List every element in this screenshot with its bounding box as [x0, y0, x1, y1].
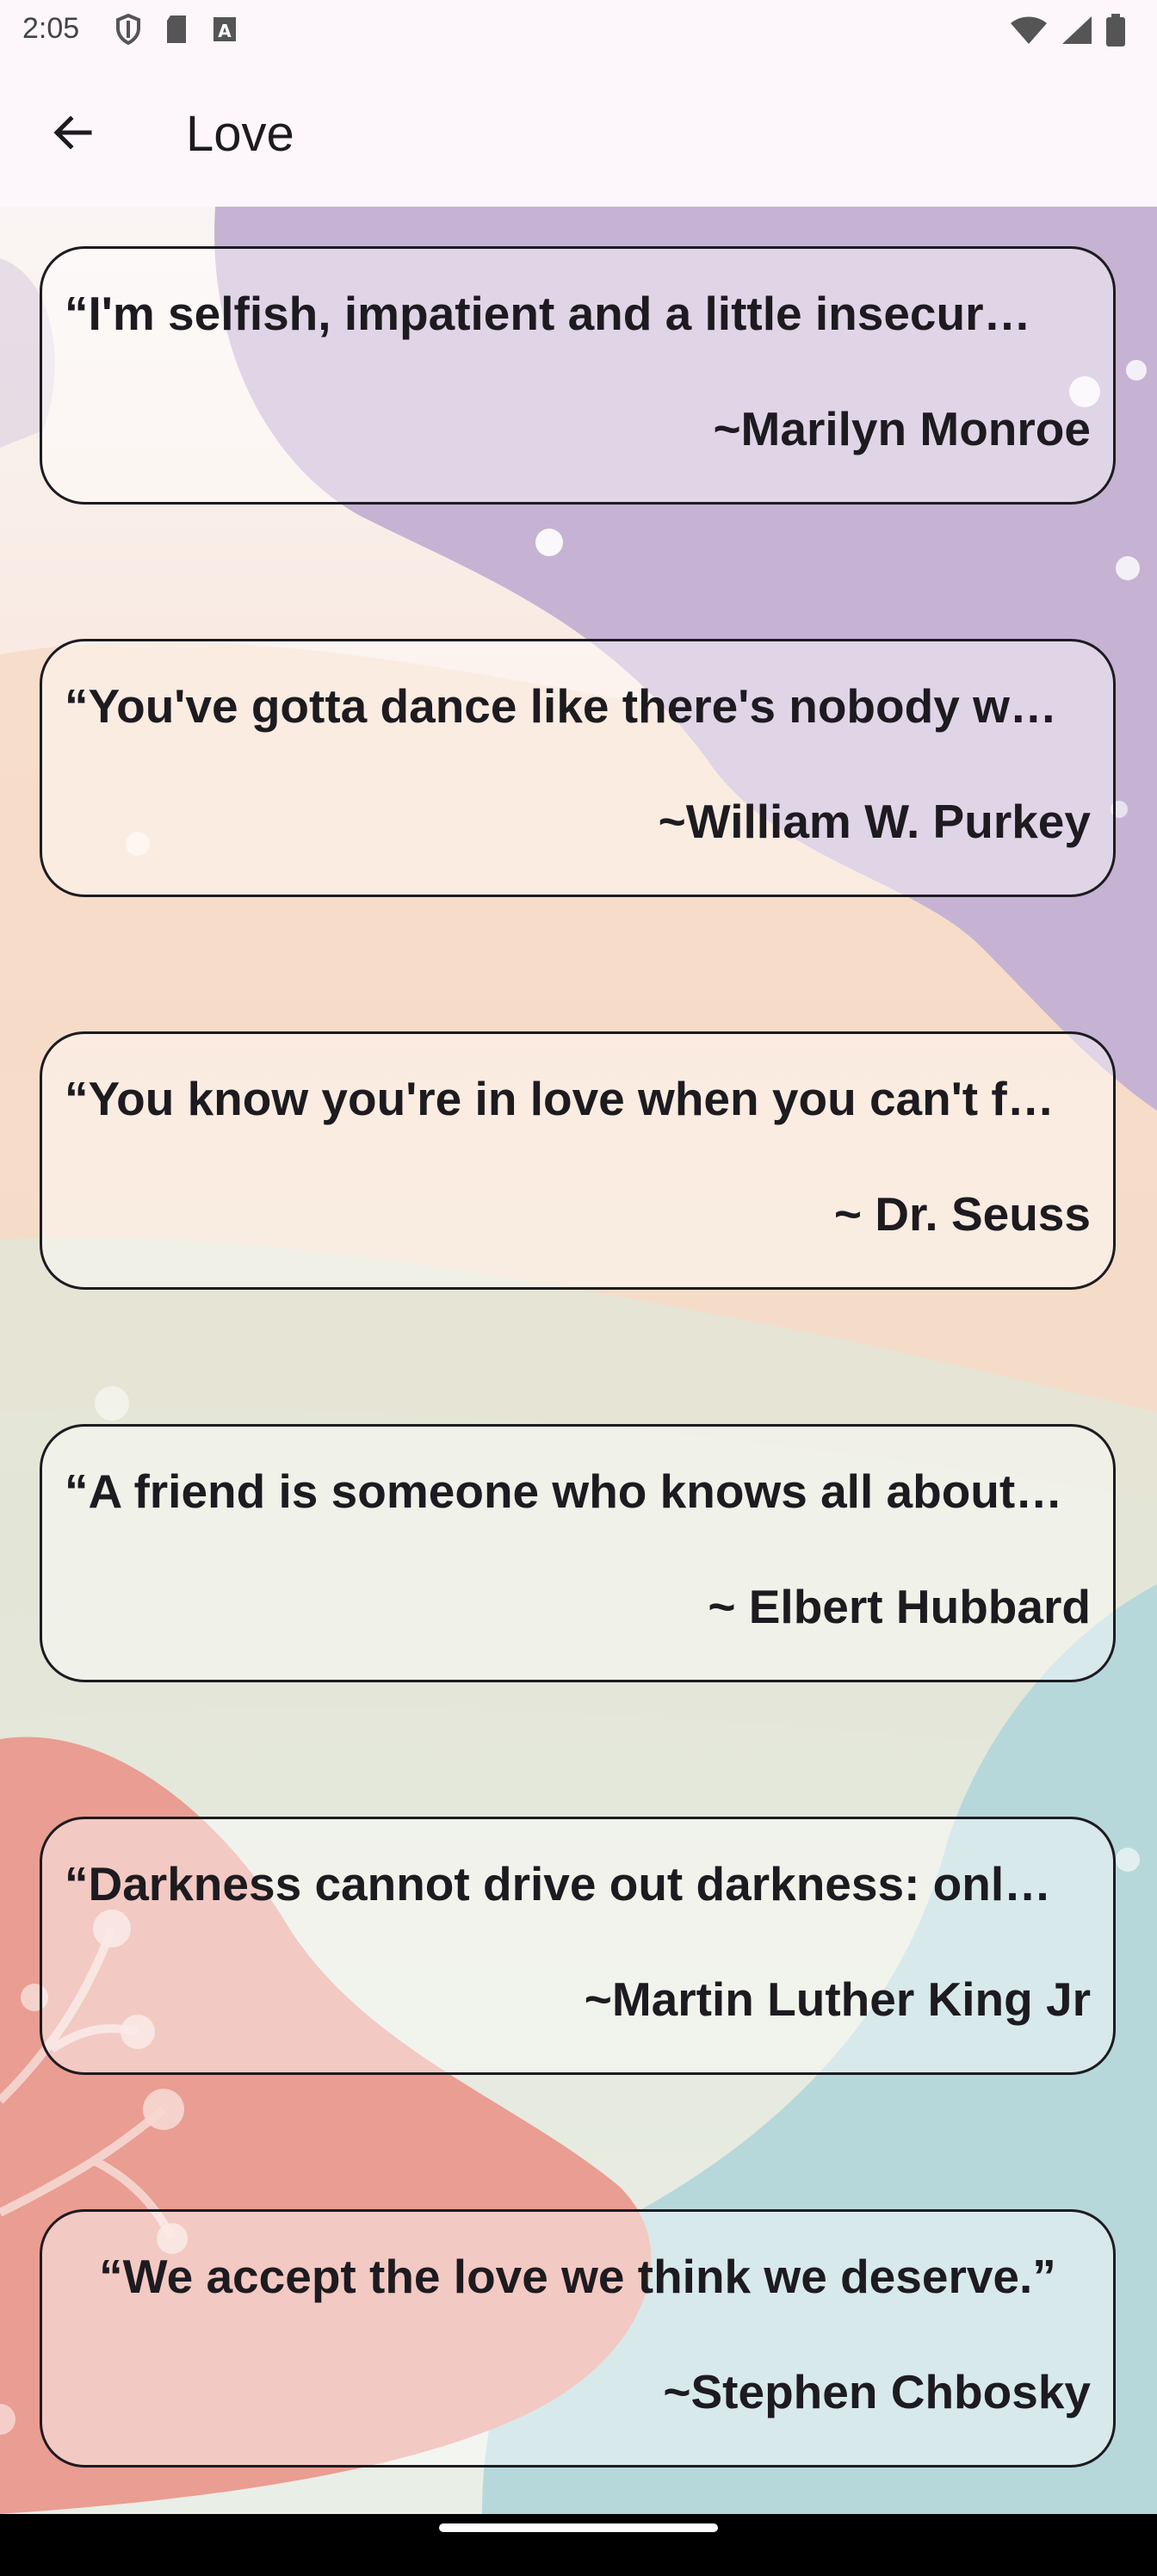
arrow-back-icon: [50, 110, 95, 159]
quote-text: “You've gotta dance like there's nobody …: [65, 679, 1057, 733]
sd-card-icon: [164, 14, 189, 49]
quote-author: ~William W. Purkey: [658, 795, 1091, 848]
status-right-icons: [1009, 14, 1126, 51]
top-app-bar: Love: [0, 62, 1157, 207]
quote-text: “You know you're in love when you can't …: [65, 1072, 1055, 1125]
page-title: Love: [186, 106, 294, 162]
svg-text:A: A: [218, 21, 232, 41]
home-indicator[interactable]: [439, 2523, 718, 2532]
quote-card[interactable]: “You know you're in love when you can't …: [40, 1031, 1116, 1290]
quote-author: ~Stephen Chbosky: [663, 2365, 1091, 2418]
quote-list[interactable]: “I'm selfish, impatient and a little ins…: [0, 207, 1157, 2514]
shield-icon: [115, 13, 141, 49]
battery-icon: [1105, 14, 1126, 51]
wifi-icon: [1009, 15, 1049, 50]
cellular-signal-icon: [1061, 15, 1093, 50]
quote-author: ~Martin Luther King Jr: [584, 1972, 1091, 2026]
quote-card[interactable]: “We accept the love we think we deserve.…: [40, 2209, 1116, 2468]
quote-text: “A friend is someone who knows all about…: [65, 1464, 1063, 1518]
quote-card[interactable]: “Darkness cannot drive out darkness: onl…: [40, 1817, 1116, 2075]
quote-text: “We accept the love we think we deserve.…: [99, 2250, 1056, 2303]
status-time: 2:05: [22, 12, 80, 45]
quote-text: “Darkness cannot drive out darkness: onl…: [65, 1857, 1052, 1910]
back-button[interactable]: [38, 100, 107, 169]
quote-author: ~Marilyn Monroe: [713, 402, 1091, 455]
background-illustration: [0, 207, 1157, 2514]
status-left-icons: A: [115, 13, 238, 49]
status-bar: 2:05 A: [0, 0, 1157, 62]
quote-text: “I'm selfish, impatient and a little ins…: [65, 287, 1031, 340]
text-a-icon: A: [212, 14, 238, 49]
quote-author: ~ Elbert Hubbard: [708, 1580, 1091, 1633]
quote-card[interactable]: “I'm selfish, impatient and a little ins…: [40, 246, 1116, 505]
quote-author: ~ Dr. Seuss: [833, 1187, 1091, 1241]
quote-card[interactable]: “A friend is someone who knows all about…: [40, 1424, 1116, 1682]
quote-card[interactable]: “You've gotta dance like there's nobody …: [40, 639, 1116, 897]
